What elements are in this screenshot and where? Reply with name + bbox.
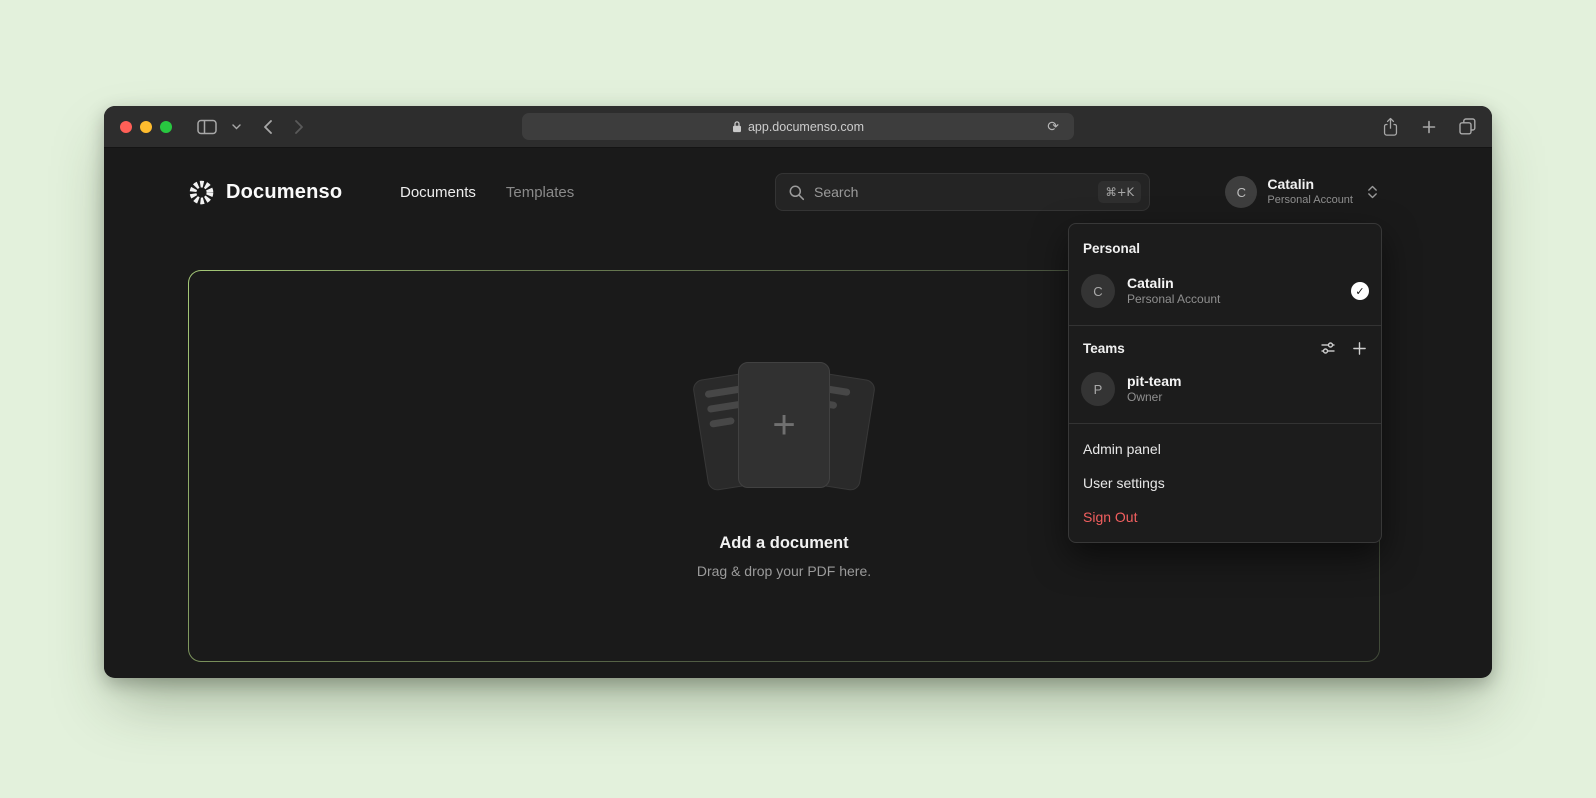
account-subtitle: Personal Account xyxy=(1267,194,1353,208)
menu-item-sign-out[interactable]: Sign Out xyxy=(1069,500,1381,534)
search-shortcut-badge: ⌘+K xyxy=(1098,181,1141,203)
manage-teams-button[interactable] xyxy=(1320,340,1336,356)
browser-toolbar: app.documenso.com ⟳ xyxy=(104,106,1492,148)
account-dropdown-menu: Personal C Catalin Personal Account ✓ Te… xyxy=(1068,223,1382,543)
lock-icon xyxy=(732,120,742,133)
nav-documents[interactable]: Documents xyxy=(400,184,476,201)
toolbar-right-group xyxy=(1382,117,1476,137)
document-card-center: + xyxy=(738,362,830,488)
minimize-window-button[interactable] xyxy=(140,121,152,133)
menu-item-admin-panel[interactable]: Admin panel xyxy=(1069,432,1381,466)
sliders-icon xyxy=(1320,340,1336,356)
search-input[interactable]: Search ⌘+K xyxy=(775,173,1150,211)
team-role: Owner xyxy=(1127,390,1181,406)
sidebar-toggle-button[interactable] xyxy=(197,119,217,135)
chevron-left-icon xyxy=(262,119,273,135)
teams-section-label: Teams xyxy=(1083,341,1125,356)
sidebar-chevron-down-icon[interactable] xyxy=(232,124,241,130)
search-placeholder: Search xyxy=(814,184,858,200)
menu-item-team-pit-team[interactable]: P pit-team Owner xyxy=(1069,363,1381,415)
documenso-logo-icon xyxy=(188,179,215,206)
account-name: Catalin xyxy=(1267,176,1353,194)
account-text: Catalin Personal Account xyxy=(1267,176,1353,207)
share-button[interactable] xyxy=(1382,117,1399,137)
team-name: pit-team xyxy=(1127,372,1181,390)
search-icon xyxy=(788,184,805,201)
traffic-lights xyxy=(120,121,172,133)
plus-icon xyxy=(1421,119,1437,135)
personal-section-label: Personal xyxy=(1069,232,1381,265)
chevron-right-icon xyxy=(294,119,305,135)
nav-templates[interactable]: Templates xyxy=(506,184,574,201)
plus-icon xyxy=(1352,341,1367,356)
new-tab-button[interactable] xyxy=(1421,119,1437,135)
avatar: C xyxy=(1225,176,1257,208)
avatar: C xyxy=(1081,274,1115,308)
desktop: { "browser": { "url": "app.documenso.com… xyxy=(0,0,1596,798)
tab-overview-button[interactable] xyxy=(1459,118,1476,135)
personal-account-subtitle: Personal Account xyxy=(1127,292,1220,308)
avatar: P xyxy=(1081,372,1115,406)
brand-name: Documenso xyxy=(226,181,342,204)
menu-divider xyxy=(1069,325,1381,326)
close-window-button[interactable] xyxy=(120,121,132,133)
zoom-window-button[interactable] xyxy=(160,121,172,133)
teams-section-header: Teams xyxy=(1069,334,1381,363)
chevron-updown-icon xyxy=(1367,184,1378,200)
toolbar-left-group xyxy=(120,119,305,135)
personal-account-name: Catalin xyxy=(1127,274,1220,292)
share-icon xyxy=(1382,117,1399,137)
sidebar-icon xyxy=(197,119,217,135)
selected-check-icon: ✓ xyxy=(1351,282,1369,300)
back-button[interactable] xyxy=(262,119,273,135)
add-plus-icon: + xyxy=(772,405,795,445)
main-nav: Documents Templates xyxy=(400,172,574,212)
create-team-button[interactable] xyxy=(1352,341,1367,356)
account-menu-button[interactable]: C Catalin Personal Account xyxy=(1225,172,1378,212)
dropzone-subtitle: Drag & drop your PDF here. xyxy=(697,563,871,579)
documenso-app: Documenso Documents Templates Search ⌘+K… xyxy=(104,148,1492,677)
app-header: Documenso Documents Templates Search ⌘+K… xyxy=(188,172,1408,212)
menu-divider xyxy=(1069,423,1381,424)
dropzone-title: Add a document xyxy=(719,534,848,553)
menu-item-personal-account[interactable]: C Catalin Personal Account ✓ xyxy=(1069,265,1381,317)
address-url: app.documenso.com xyxy=(748,120,864,134)
forward-button[interactable] xyxy=(294,119,305,135)
brand[interactable]: Documenso xyxy=(188,172,342,212)
address-bar[interactable]: app.documenso.com ⟳ xyxy=(522,113,1074,140)
browser-window: app.documenso.com ⟳ xyxy=(104,106,1492,678)
documents-illustration: + xyxy=(674,354,894,504)
tabs-icon xyxy=(1459,118,1476,135)
refresh-button[interactable]: ⟳ xyxy=(1041,119,1065,135)
menu-item-user-settings[interactable]: User settings xyxy=(1069,466,1381,500)
